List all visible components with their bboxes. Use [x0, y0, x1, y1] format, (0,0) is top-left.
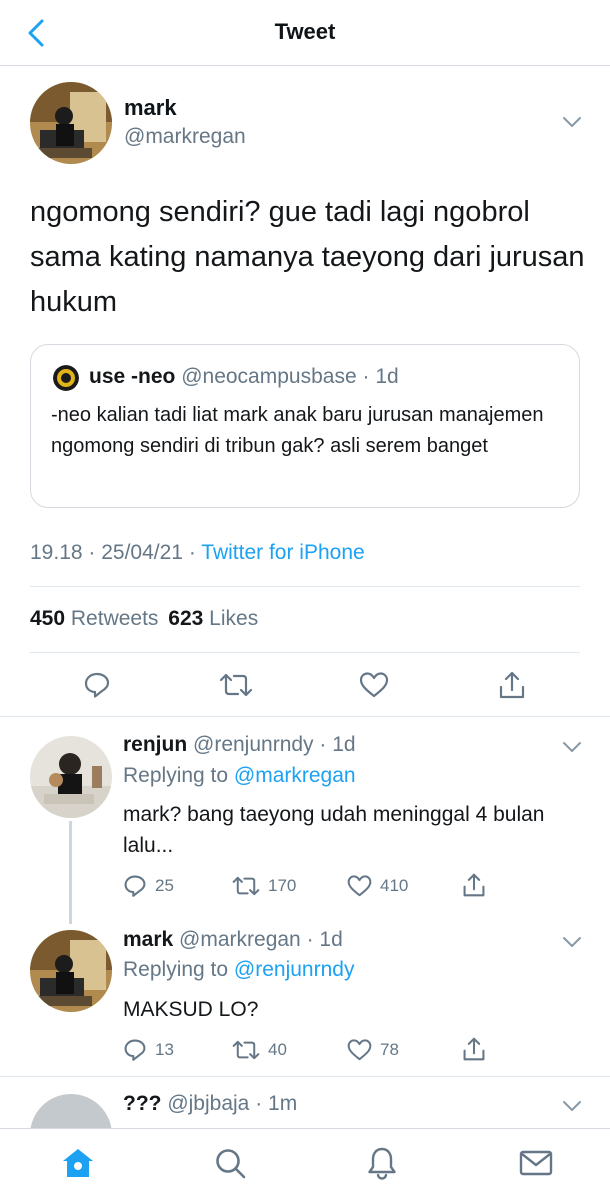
- meta-separator: ·: [182, 541, 202, 564]
- tab-bar: [0, 1128, 610, 1200]
- reply-header: mark @markregan · 1d: [123, 928, 343, 952]
- reply-count: 25: [155, 876, 174, 895]
- reply-text: MAKSUD LO?: [123, 998, 259, 1021]
- like-count: 410: [380, 876, 409, 895]
- reply-timestamp: 1d: [332, 733, 356, 756]
- reply-button[interactable]: 13: [123, 1038, 174, 1062]
- quote-author-name: use -neo: [89, 365, 176, 388]
- like-count[interactable]: 623: [168, 607, 203, 630]
- reply-separator: ·: [300, 928, 320, 951]
- tab-home[interactable]: [60, 1145, 96, 1181]
- share-button[interactable]: [462, 872, 494, 898]
- divider: [0, 1076, 610, 1077]
- retweet-button[interactable]: 170: [232, 874, 296, 898]
- tweet-source-link[interactable]: Twitter for iPhone: [201, 541, 364, 564]
- quote-avatar: [53, 365, 79, 391]
- reply-button[interactable]: [80, 668, 114, 702]
- home-icon: [63, 1149, 93, 1177]
- replying-to-label: Replying to: [123, 764, 229, 787]
- like-button[interactable]: [357, 668, 391, 702]
- share-button[interactable]: [462, 1036, 494, 1062]
- tweet-stats: 450 Retweets 623 Likes: [30, 607, 258, 631]
- tab-messages[interactable]: [518, 1145, 554, 1181]
- divider: [30, 586, 580, 587]
- reply-timestamp: 1d: [319, 928, 343, 951]
- reply-icon: [124, 1039, 146, 1061]
- quote-text: -neo kalian tadi liat mark anak baru jur…: [51, 404, 544, 457]
- like-label[interactable]: Likes: [209, 607, 258, 630]
- reply-author-name[interactable]: mark: [123, 928, 173, 951]
- avatar[interactable]: [30, 930, 112, 1012]
- retweet-count[interactable]: 450: [30, 607, 65, 630]
- retweet-count: 170: [268, 876, 297, 895]
- tweet-date: 25/04/21: [101, 541, 183, 564]
- retweet-button[interactable]: 40: [232, 1038, 287, 1062]
- like-count: 78: [380, 1040, 399, 1059]
- divider: [0, 716, 610, 717]
- reply-header: renjun @renjunrndy · 1d: [123, 733, 356, 757]
- chevron-down-icon[interactable]: [560, 1094, 584, 1118]
- heart-icon: [359, 672, 389, 698]
- reply-icon: [124, 875, 146, 897]
- reply-author-handle[interactable]: @renjunrndy: [193, 733, 314, 756]
- retweet-label[interactable]: Retweets: [71, 607, 159, 630]
- divider: [30, 652, 580, 653]
- quote-timestamp: 1d: [375, 365, 399, 388]
- author-name[interactable]: mark: [124, 95, 177, 121]
- replying-to-mention[interactable]: @renjunrndy: [234, 958, 355, 981]
- reply-count: 13: [155, 1040, 174, 1059]
- chevron-down-icon[interactable]: [560, 735, 584, 759]
- quote-author-handle: @neocampusbase: [181, 365, 357, 388]
- reply-button[interactable]: 25: [123, 874, 174, 898]
- avatar[interactable]: [30, 736, 112, 818]
- reply-icon: [84, 672, 110, 698]
- meta-separator: ·: [82, 541, 102, 564]
- chevron-down-icon[interactable]: [560, 110, 584, 134]
- quoted-tweet[interactable]: use -neo @neocampusbase · 1d -neo kalian…: [30, 344, 580, 508]
- retweet-icon: [232, 1040, 260, 1060]
- tab-notifications[interactable]: [364, 1145, 400, 1181]
- chevron-down-icon[interactable]: [560, 930, 584, 954]
- retweet-icon: [232, 876, 260, 896]
- share-button[interactable]: [495, 668, 529, 702]
- replying-to-mention[interactable]: @markregan: [234, 764, 356, 787]
- replying-to: Replying to @markregan: [123, 764, 356, 788]
- author-handle[interactable]: @markregan: [124, 125, 246, 149]
- thread-line: [69, 821, 72, 924]
- share-icon: [463, 1037, 485, 1061]
- quote-separator: ·: [356, 365, 376, 388]
- reply-separator: ·: [249, 1092, 269, 1115]
- retweet-icon: [219, 673, 253, 697]
- reply-author-handle[interactable]: @jbjbaja: [167, 1092, 249, 1115]
- mail-icon: [519, 1150, 553, 1176]
- avatar[interactable]: [30, 82, 112, 164]
- like-button[interactable]: 410: [347, 874, 408, 898]
- share-icon: [463, 873, 485, 897]
- reply-header: ??? @jbjbaja · 1m: [123, 1092, 297, 1116]
- tweet-text: ngomong sendiri? gue tadi lagi ngobrol s…: [30, 196, 585, 318]
- share-icon: [499, 671, 525, 699]
- top-bar: Tweet: [0, 0, 610, 66]
- replying-to: Replying to @renjunrndy: [123, 958, 354, 982]
- heart-icon: [347, 875, 372, 897]
- retweet-button[interactable]: [219, 668, 253, 702]
- reply-author-name[interactable]: ???: [123, 1092, 161, 1115]
- tweet-meta: 19.18 · 25/04/21 · Twitter for iPhone: [30, 541, 365, 565]
- search-icon: [216, 1149, 246, 1179]
- tab-search[interactable]: [212, 1145, 248, 1181]
- replying-to-label: Replying to: [123, 958, 229, 981]
- reply-separator: ·: [313, 733, 333, 756]
- page-title: Tweet: [274, 19, 336, 44]
- quote-header: use -neo @neocampusbase · 1d: [89, 365, 399, 389]
- heart-icon: [347, 1039, 372, 1061]
- reply-text: mark? bang taeyong udah meninggal 4 bula…: [123, 803, 545, 857]
- retweet-count: 40: [268, 1040, 287, 1059]
- bell-icon: [368, 1147, 396, 1180]
- reply-author-handle[interactable]: @markregan: [179, 928, 301, 951]
- tweet-time: 19.18: [30, 541, 83, 564]
- reply-author-name[interactable]: renjun: [123, 733, 187, 756]
- reply-timestamp: 1m: [268, 1092, 298, 1115]
- like-button[interactable]: 78: [347, 1038, 399, 1062]
